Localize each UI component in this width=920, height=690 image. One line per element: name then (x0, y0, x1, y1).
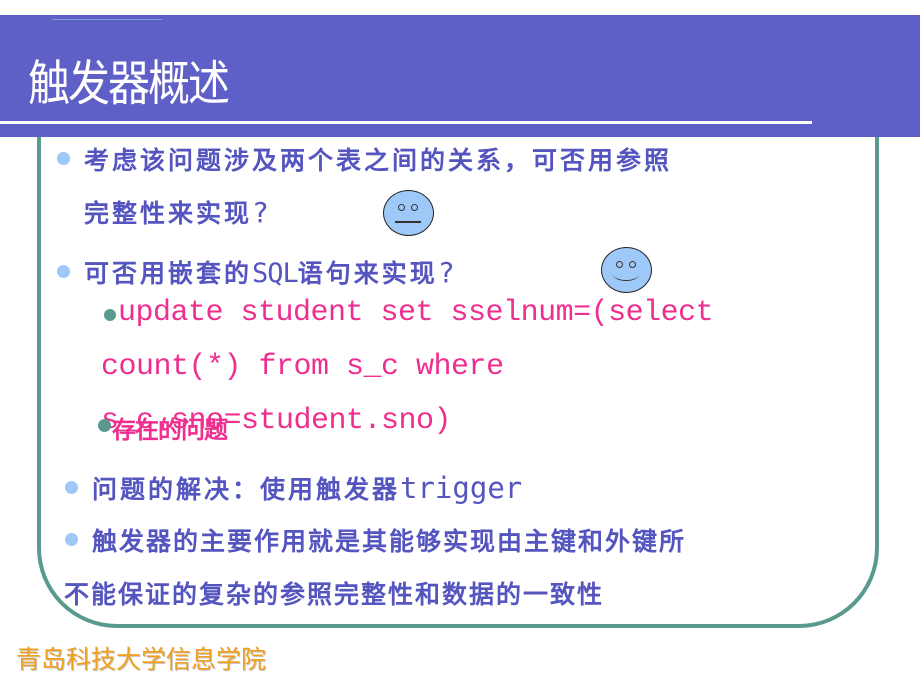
purpose-line-2: 不能保证的复杂的参照完整性和数据的一致性 (64, 580, 605, 609)
bullet-1-line-1: 考虑该问题涉及两个表之间的关系，可否用参照 (84, 146, 673, 175)
bullet-icon (57, 152, 70, 165)
question-mark: ? (437, 256, 455, 289)
solution-line: 问题的解决：使用触发器trigger (92, 470, 522, 506)
bullet-2-text-pre: 可否用嵌套的 (84, 259, 253, 288)
slide-header: 触发器概述 (0, 15, 920, 137)
header-divider (0, 121, 812, 124)
purpose-line-1: 触发器的主要作用就是其能够实现由主键和外键所 (92, 527, 687, 556)
trigger-keyword: trigger (400, 471, 523, 505)
solution-text: 问题的解决：使用触发器 (92, 475, 401, 504)
face-eye (616, 261, 623, 268)
question-mark: ? (252, 196, 269, 229)
face-mouth-flat (395, 221, 421, 223)
smiley-face-icon (601, 247, 652, 293)
face-mouth-smile (613, 268, 639, 281)
bullet-2-line: 可否用嵌套的SQL语句来实现? (84, 254, 455, 290)
bullet-1-line-2: 完整性来实现? (84, 194, 269, 230)
footer-institution: 青岛科技大学信息学院 (16, 645, 267, 674)
sql-keyword: SQL (252, 258, 299, 289)
face-eye (398, 204, 405, 211)
code-line-2: count(*) from s_c where (101, 350, 504, 384)
bullet-2-text-post: 语句来实现 (297, 259, 438, 288)
neutral-face-icon (383, 190, 434, 236)
bullet-icon (57, 265, 70, 278)
slide-title: 触发器概述 (28, 55, 230, 112)
face-eye (411, 204, 418, 211)
header-accent-line (52, 19, 162, 20)
sub-bullet-icon (98, 419, 111, 432)
face-eye (629, 261, 636, 268)
overlay-label: 存在的问题 (112, 416, 228, 444)
bullet-1-line-2-text: 完整性来实现 (84, 199, 253, 228)
sub-bullet-icon (104, 309, 116, 321)
code-line-1: update student set sselnum=(select (118, 296, 714, 330)
bullet-icon (65, 481, 78, 494)
bullet-icon (65, 533, 78, 546)
